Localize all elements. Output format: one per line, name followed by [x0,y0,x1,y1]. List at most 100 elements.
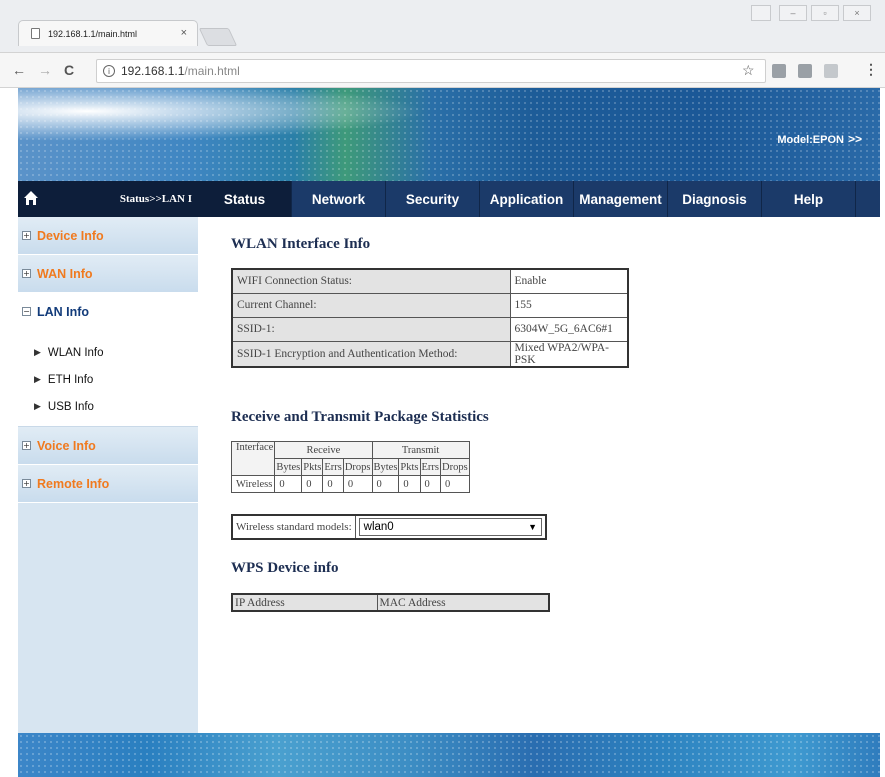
expand-icon[interactable]: + [22,231,31,240]
menu-kebab-icon[interactable]: ⋮ [864,61,878,78]
stats-sub-header: Pkts [301,458,324,476]
stats-sub-header: Errs [322,458,344,476]
sidebar-item-label: ETH Info [47,373,94,386]
transmit-header: Transmit [371,441,470,459]
profile-icon[interactable] [751,5,771,21]
model-label: Model:EPON >> [777,132,862,146]
sidebar-section-label: Voice Info [37,438,96,453]
wireless-models-row: Wireless standard models: wlan0 ▼ [231,514,547,540]
sidebar: + Device Info + WAN Info − LAN Info ▶ WLAN Info… [18,217,198,733]
info-icon[interactable]: i [103,65,115,77]
stats-value: 0 [419,475,442,493]
browser-tab[interactable]: 192.168.1.1/main.html × [18,20,198,46]
tab-diagnosis[interactable]: Diagnosis [668,181,762,217]
tab-management[interactable]: Management [574,181,668,217]
sidebar-section-device-info[interactable]: + Device Info [18,217,198,255]
stats-value: 0 [371,475,400,493]
stats-sub-header: Bytes [371,458,400,476]
breadcrumb: Status>>LAN I [119,193,192,205]
tab-network[interactable]: Network [292,181,386,217]
wlan-field-value: 6304W_5G_6AC6#1 [509,316,629,342]
stats-value: 0 [322,475,344,493]
table-row: SSID-1: 6304W_5G_6AC6#1 [231,316,629,342]
sidebar-item-wlan-info[interactable]: ▶ WLAN Info [34,339,198,366]
window-controls: – ▫ × [751,5,871,21]
tab-close-icon[interactable]: × [181,27,187,39]
sidebar-section-label: Device Info [37,228,104,243]
url-host: 192.168.1.1 [121,64,185,78]
wps-section-title: WPS Device info [231,560,339,576]
table-row: WIFI Connection Status: Enable [231,268,629,294]
tab-title: 192.168.1.1/main.html [48,28,138,39]
sidebar-section-label: Remote Info [37,476,110,491]
sidebar-item-usb-info[interactable]: ▶ USB Info [34,393,198,420]
browser-toolbar: ← → C i 192.168.1.1/main.html ☆ ⋮ [0,52,885,88]
back-arrow-icon[interactable]: ← [12,62,26,78]
wlan-field-value: 155 [509,292,629,318]
dropdown-arrow-icon: ▼ [528,522,537,532]
table-row: SSID-1 Encryption and Authentication Met… [231,340,629,367]
wlan-field-label: Current Channel: [231,292,511,318]
triangle-right-icon: ▶ [34,347,41,357]
page-icon [31,28,40,39]
wireless-models-select[interactable]: wlan0 ▼ [358,518,542,536]
stats-value: 0 [274,475,303,493]
select-value: wlan0 [363,521,394,533]
wlan-field-label: SSID-1 Encryption and Authentication Met… [231,340,511,367]
extension-icon[interactable] [798,64,812,78]
tab-security[interactable]: Security [386,181,480,217]
wlan-section-title: WLAN Interface Info [231,236,371,252]
triangle-right-icon: ▶ [34,401,41,411]
sidebar-section-label: LAN Info [37,304,90,319]
wireless-models-label: Wireless standard models: [233,516,356,538]
ip-address-header: IP Address [231,593,378,612]
bookmark-star-icon[interactable]: ☆ [742,62,755,79]
nav-tabs: Status Network Security Application Manageme… [198,181,856,217]
stats-sub-header: Drops [342,458,373,476]
tab-help[interactable]: Help [762,181,856,217]
expand-icon[interactable]: + [22,441,31,450]
mac-address-header: MAC Address [376,593,550,612]
sidebar-section-lan-info[interactable]: − LAN Info [18,293,198,331]
tab-status[interactable]: Status [198,181,292,217]
wlan-field-value: Enable [509,268,629,294]
sidebar-item-label: USB Info [47,400,94,413]
extension-icon[interactable] [824,64,838,78]
triangle-right-icon: ▶ [34,374,41,384]
forward-arrow-icon[interactable]: → [38,62,52,78]
stats-table: Interface Receive Transmit Bytes Pkts Errs… [230,441,470,493]
sidebar-section-wan-info[interactable]: + WAN Info [18,255,198,293]
wlan-info-table: WIFI Connection Status: Enable Current Cha… [231,268,629,368]
address-bar[interactable]: i 192.168.1.1/main.html [96,59,766,83]
sidebar-section-voice-info[interactable]: + Voice Info [18,427,198,465]
home-icon[interactable] [23,190,39,206]
wps-table: IP Address MAC Address [231,593,550,612]
main-nav: Status>>LAN I Status Network Security Appli… [18,181,880,217]
extension-icon[interactable] [772,64,786,78]
expand-arrow-icon[interactable]: >> [848,132,862,146]
new-tab-button[interactable] [198,28,238,46]
sidebar-section-remote-info[interactable]: + Remote Info [18,465,198,503]
maximize-button[interactable]: ▫ [811,5,839,21]
minimize-button[interactable]: – [779,5,807,21]
url-path: /main.html [184,64,240,78]
stats-value: 0 [342,475,373,493]
sidebar-section-label: WAN Info [37,266,93,281]
sidebar-item-eth-info[interactable]: ▶ ETH Info [34,366,198,393]
close-window-button[interactable]: × [843,5,871,21]
stats-sub-header: Drops [440,458,470,476]
wlan-field-label: WIFI Connection Status: [231,268,511,294]
expand-icon[interactable]: + [22,479,31,488]
stats-sub-header: Bytes [274,458,303,476]
table-row: Current Channel: 155 [231,292,629,318]
stats-value: 0 [398,475,421,493]
footer-banner [18,733,880,777]
home-area: Status>>LAN I [18,181,198,217]
wlan-field-value: Mixed WPA2/WPA-PSK [509,340,629,367]
receive-header: Receive [274,441,373,459]
sidebar-submenu: ▶ WLAN Info ▶ ETH Info ▶ USB Info [18,331,198,427]
expand-icon[interactable]: + [22,269,31,278]
tab-application[interactable]: Application [480,181,574,217]
collapse-icon[interactable]: − [22,307,31,316]
reload-icon[interactable]: C [64,62,74,78]
